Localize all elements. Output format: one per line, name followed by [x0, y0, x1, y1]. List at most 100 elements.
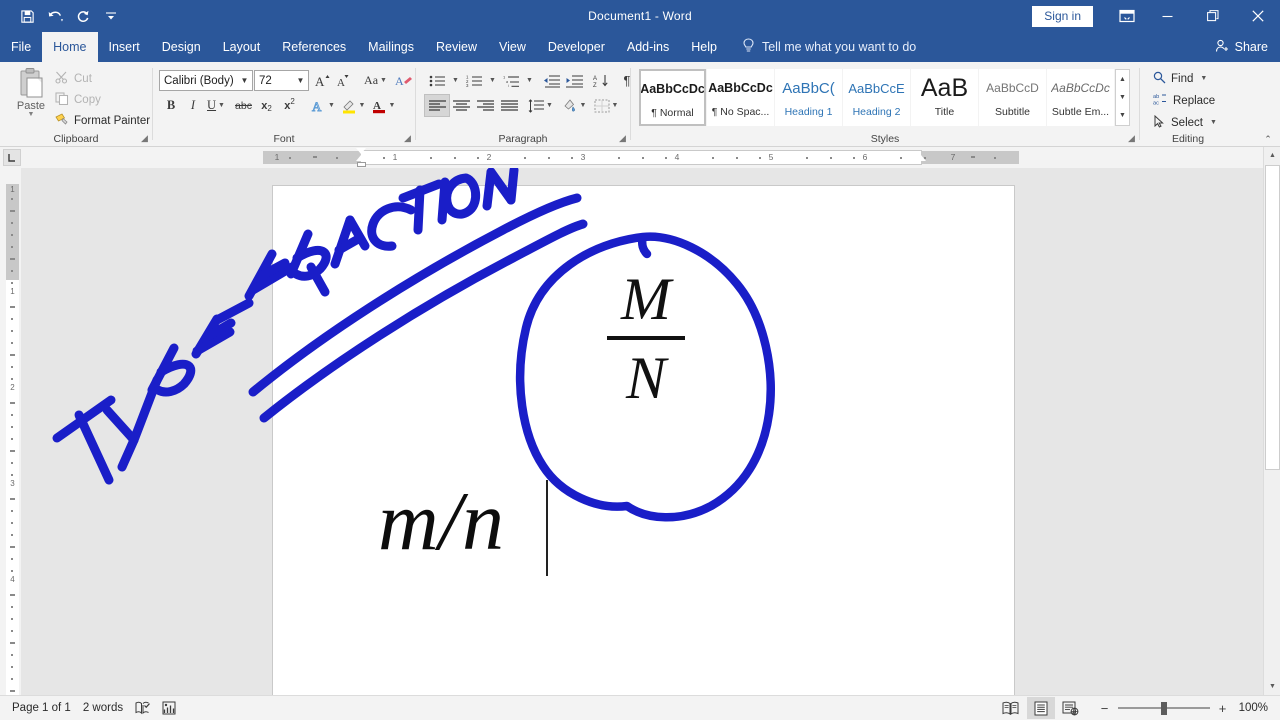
- borders-icon[interactable]: ▼: [593, 95, 619, 116]
- right-indent-marker[interactable]: [916, 155, 926, 161]
- strikethrough-icon[interactable]: abc: [232, 95, 255, 116]
- style-heading-1[interactable]: AaBbC( Heading 1: [775, 69, 842, 126]
- zoom-in-button[interactable]: +: [1217, 701, 1229, 716]
- increase-indent-icon[interactable]: [563, 70, 586, 91]
- scroll-up-icon[interactable]: ▲: [1264, 147, 1280, 164]
- find-dropdown-caret[interactable]: ▼: [1200, 75, 1207, 82]
- accessibility-checker-icon[interactable]: [162, 701, 177, 715]
- replace-button[interactable]: ab ac Replace: [1153, 91, 1215, 110]
- change-case-icon[interactable]: Aa ▼: [360, 70, 391, 91]
- tab-stop-selector-icon[interactable]: [3, 149, 21, 166]
- vertical-scrollbar[interactable]: ▲ ▼: [1263, 147, 1280, 695]
- tab-mailings[interactable]: Mailings: [357, 32, 425, 62]
- page-indicator[interactable]: Page 1 of 1: [12, 702, 71, 714]
- web-layout-view-button[interactable]: [1057, 697, 1085, 719]
- numbering-icon[interactable]: 123: [462, 70, 486, 91]
- tab-layout[interactable]: Layout: [212, 32, 272, 62]
- zoom-level-label[interactable]: 100%: [1239, 702, 1268, 714]
- bullets-dropdown-caret[interactable]: ▼: [449, 70, 460, 91]
- proofing-errors-icon[interactable]: [135, 701, 151, 715]
- tab-help[interactable]: Help: [680, 32, 728, 62]
- numbering-dropdown-caret[interactable]: ▼: [486, 70, 497, 91]
- zoom-out-button[interactable]: −: [1099, 701, 1111, 716]
- styles-scroll-down-icon[interactable]: ▼: [1116, 88, 1129, 106]
- tab-file[interactable]: File: [0, 32, 42, 62]
- print-layout-view-button[interactable]: [1026, 697, 1055, 719]
- zoom-slider-thumb[interactable]: [1160, 702, 1167, 715]
- paste-button[interactable]: Paste ▼: [10, 67, 52, 129]
- close-icon[interactable]: [1235, 0, 1280, 32]
- style-title[interactable]: AaB Title: [911, 69, 978, 126]
- share-button[interactable]: Share: [1215, 32, 1268, 62]
- scroll-down-icon[interactable]: ▼: [1264, 678, 1280, 695]
- subscript-icon[interactable]: x2: [255, 95, 278, 116]
- style-normal[interactable]: AaBbCcDc ¶ Normal: [639, 69, 706, 126]
- align-center-icon[interactable]: [449, 95, 473, 116]
- style-no-spacing[interactable]: AaBbCcDc ¶ No Spac...: [707, 69, 774, 126]
- hanging-indent-marker[interactable]: [356, 155, 366, 161]
- grow-font-icon[interactable]: A: [313, 70, 334, 91]
- select-button[interactable]: Select ▼: [1153, 113, 1217, 132]
- tab-developer[interactable]: Developer: [537, 32, 616, 62]
- select-dropdown-caret[interactable]: ▼: [1210, 119, 1217, 126]
- format-painter-button[interactable]: Format Painter: [55, 112, 150, 130]
- tab-home[interactable]: Home: [42, 32, 98, 62]
- underline-icon[interactable]: U ▼: [204, 95, 228, 116]
- chevron-down-icon[interactable]: ▼: [237, 71, 252, 90]
- sort-icon[interactable]: AZ: [590, 70, 613, 91]
- tab-review[interactable]: Review: [425, 32, 488, 62]
- styles-scroll-up-icon[interactable]: ▲: [1116, 70, 1129, 88]
- zoom-slider[interactable]: [1117, 702, 1210, 715]
- tab-references[interactable]: References: [271, 32, 357, 62]
- align-left-icon[interactable]: [424, 94, 450, 117]
- decrease-indent-icon[interactable]: [540, 70, 563, 91]
- line-spacing-icon[interactable]: ▼: [528, 95, 553, 116]
- read-mode-view-button[interactable]: [997, 697, 1025, 719]
- justify-icon[interactable]: [497, 95, 521, 116]
- font-name-combo[interactable]: Calibri (Body) ▼: [159, 70, 253, 91]
- align-right-icon[interactable]: [473, 95, 497, 116]
- typed-text[interactable]: m/n: [378, 474, 504, 570]
- bold-icon[interactable]: B: [160, 95, 182, 116]
- italic-icon[interactable]: I: [182, 95, 204, 116]
- vertical-ruler-scale[interactable]: 1 1 2 3 4: [6, 168, 19, 695]
- bullets-icon[interactable]: [425, 70, 449, 91]
- multilevel-dropdown-caret[interactable]: ▼: [523, 70, 534, 91]
- font-dialog-launcher[interactable]: ◢: [402, 133, 413, 144]
- document-page[interactable]: [273, 186, 1014, 695]
- multilevel-list-icon[interactable]: 1ai: [499, 70, 523, 91]
- paragraph-dialog-launcher[interactable]: ◢: [617, 133, 628, 144]
- ruler-scale[interactable]: 1 1 2 3 4 5 6 7: [263, 148, 1019, 167]
- find-button[interactable]: Find ▼: [1153, 69, 1207, 88]
- tab-design[interactable]: Design: [151, 32, 212, 62]
- tab-view[interactable]: View: [488, 32, 537, 62]
- word-count[interactable]: 2 words: [83, 702, 123, 714]
- minimize-icon[interactable]: [1145, 0, 1190, 32]
- sign-in-button[interactable]: Sign in: [1032, 5, 1093, 27]
- style-subtitle[interactable]: AaBbCcD Subtitle: [979, 69, 1046, 126]
- font-size-combo[interactable]: 72 ▼: [254, 70, 309, 91]
- paste-dropdown-caret[interactable]: ▼: [28, 111, 35, 118]
- document-canvas[interactable]: M N m/n: [21, 168, 1263, 695]
- scrollbar-thumb[interactable]: [1265, 165, 1280, 470]
- font-color-icon[interactable]: A ▼: [369, 95, 397, 116]
- ribbon-display-options-icon[interactable]: [1109, 0, 1145, 32]
- clear-formatting-icon[interactable]: A: [393, 70, 415, 91]
- tell-me-search[interactable]: Tell me what you want to do: [742, 32, 916, 62]
- shrink-font-icon[interactable]: A: [334, 70, 355, 91]
- collapse-ribbon-icon[interactable]: ⌃: [1260, 132, 1276, 146]
- restore-icon[interactable]: [1190, 0, 1235, 32]
- text-effects-icon[interactable]: A ▼: [309, 95, 337, 116]
- style-subtle-emphasis[interactable]: AaBbCcDc Subtle Em...: [1047, 69, 1114, 126]
- clipboard-dialog-launcher[interactable]: ◢: [139, 133, 150, 144]
- first-line-indent-marker[interactable]: [356, 148, 366, 154]
- style-heading-2[interactable]: AaBbCcE Heading 2: [843, 69, 910, 126]
- chevron-down-icon[interactable]: ▼: [293, 71, 308, 90]
- text-highlight-color-icon[interactable]: ▼: [339, 95, 367, 116]
- tab-addins[interactable]: Add-ins: [616, 32, 680, 62]
- tab-insert[interactable]: Insert: [98, 32, 151, 62]
- styles-more-icon[interactable]: ▼: [1116, 107, 1129, 125]
- superscript-icon[interactable]: x2: [278, 95, 301, 116]
- shading-icon[interactable]: ▼: [561, 95, 587, 116]
- left-indent-marker[interactable]: [357, 162, 366, 167]
